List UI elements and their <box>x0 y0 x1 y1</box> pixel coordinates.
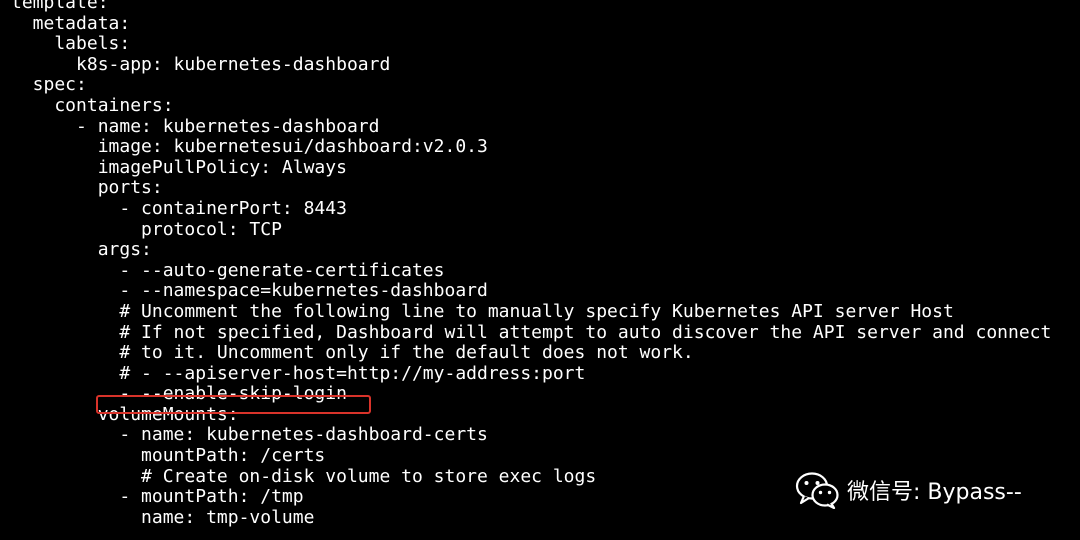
terminal-line: ports: <box>11 177 163 199</box>
terminal-line: k8s-app: kubernetes-dashboard <box>11 53 391 75</box>
terminal-line: name: tmp-volume <box>11 506 315 528</box>
wechat-icon <box>795 472 839 509</box>
terminal-line: imagePullPolicy: Always <box>11 156 347 178</box>
terminal-line: containers: <box>11 94 174 116</box>
terminal-line: - name: kubernetes-dashboard <box>11 115 380 137</box>
terminal-line: # If not specified, Dashboard will attem… <box>11 321 1052 343</box>
terminal-line: - --auto-generate-certificates <box>11 259 445 281</box>
terminal-line: # Uncomment the following line to manual… <box>11 300 954 322</box>
terminal-line: template: <box>11 0 109 13</box>
terminal-line: - containerPort: 8443 <box>11 197 347 219</box>
terminal-line: # - --apiserver-host=http://my-address:p… <box>11 362 586 384</box>
terminal-line: - --namespace=kubernetes-dashboard <box>11 280 488 302</box>
wechat-watermark: 微信号: Bypass-- <box>795 471 1022 509</box>
terminal-screen: template: metadata: labels: k8s-app: kub… <box>0 0 1080 540</box>
terminal-line: metadata: <box>11 12 131 34</box>
terminal-line: image: kubernetesui/dashboard:v2.0.3 <box>11 136 488 158</box>
terminal-output: template: metadata: labels: k8s-app: kub… <box>0 0 1080 528</box>
highlight-box <box>96 395 371 414</box>
terminal-line: - name: kubernetes-dashboard-certs <box>11 424 488 446</box>
terminal-line: args: <box>11 239 152 261</box>
terminal-line: mountPath: /certs <box>11 445 326 467</box>
watermark-text: 微信号: Bypass-- <box>847 480 1022 505</box>
terminal-line: labels: <box>11 33 131 55</box>
terminal-line: protocol: TCP <box>11 218 282 240</box>
terminal-line: spec: <box>11 74 87 96</box>
terminal-line: # to it. Uncomment only if the default d… <box>11 342 694 364</box>
